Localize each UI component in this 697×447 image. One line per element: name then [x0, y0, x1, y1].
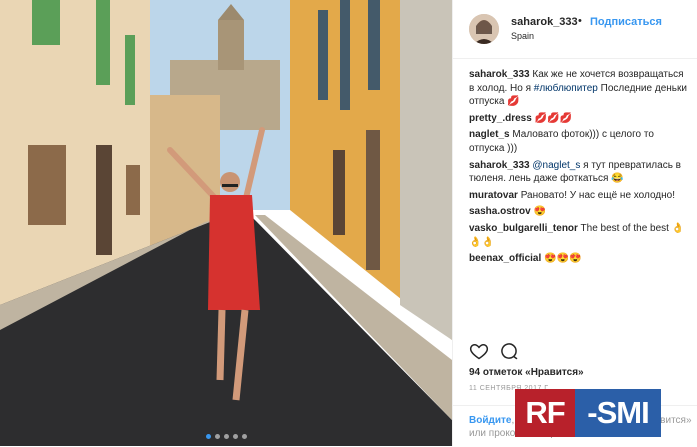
comment-username[interactable]: beenax_official	[469, 253, 541, 264]
avatar[interactable]	[469, 14, 499, 44]
watermark-logo: RF -SMI	[515, 389, 661, 437]
comment-icon[interactable]	[499, 341, 519, 361]
comment-item: naglet_s Маловато фоток))) с целого то о…	[469, 128, 691, 155]
comment-text: 💋💋💋	[534, 112, 572, 124]
comment-username[interactable]: sasha.ostrov	[469, 206, 531, 217]
carousel-indicator	[0, 434, 452, 439]
comment-username[interactable]: saharok_333	[469, 69, 530, 80]
mention-link[interactable]: @naglet_s	[532, 160, 580, 171]
carousel-dot[interactable]	[232, 434, 238, 439]
watermark-right: -SMI	[575, 389, 661, 437]
watermark-left: RF	[515, 389, 575, 437]
instagram-post: saharok_333 • Подписаться Spain saharok_…	[0, 0, 697, 446]
post-photo[interactable]	[0, 0, 452, 446]
comment-username[interactable]: naglet_s	[469, 129, 510, 140]
comment-item: muratovar Рановато! У нас ещё не холодно…	[469, 189, 691, 203]
comment-text: 😍😍😍	[544, 253, 582, 265]
comments-list: saharok_333 Как же не хочется возвращать…	[469, 68, 691, 269]
comment-text: Рановато! У нас ещё не холодно!	[520, 189, 675, 201]
comment-username[interactable]: muratovar	[469, 190, 518, 201]
post-header: saharok_333 • Подписаться Spain	[453, 0, 697, 59]
carousel-dot[interactable]	[205, 434, 211, 439]
avatar-image	[469, 14, 499, 44]
comment-item: saharok_333 @naglet_s я тут превратилась…	[469, 159, 691, 186]
likes-count[interactable]: 94 отметок «Нравится»	[469, 367, 584, 378]
comment-username[interactable]: pretty_.dress	[469, 113, 532, 124]
follow-button[interactable]: Подписаться	[590, 16, 662, 28]
post-sidebar: saharok_333 • Подписаться Spain saharok_…	[452, 0, 697, 446]
comment-username[interactable]: saharok_333	[469, 160, 530, 171]
action-bar	[469, 341, 519, 363]
comment-item: beenax_official 😍😍😍	[469, 252, 691, 266]
login-link[interactable]: Войдите	[469, 415, 511, 426]
hashtag-link[interactable]: #люблюпитер	[534, 83, 598, 94]
location[interactable]: Spain	[511, 31, 534, 41]
comment-item: pretty_.dress 💋💋💋	[469, 112, 691, 126]
door	[28, 145, 66, 225]
comment-username[interactable]: vasko_bulgarelli_tenor	[469, 223, 578, 234]
separator-dot: •	[578, 15, 582, 27]
carousel-dot[interactable]	[214, 434, 220, 439]
username[interactable]: saharok_333	[511, 16, 578, 28]
carousel-dot[interactable]	[241, 434, 247, 439]
carousel-dot[interactable]	[223, 434, 229, 439]
heart-icon[interactable]	[469, 341, 489, 361]
comment-item: sasha.ostrov 😍	[469, 205, 691, 219]
street-photo-illustration	[0, 0, 452, 446]
shutter	[32, 0, 60, 45]
comment-text: 😍	[533, 206, 546, 218]
caption: saharok_333 Как же не хочется возвращать…	[469, 68, 691, 109]
bell-tower	[218, 20, 244, 70]
comment-item: vasko_bulgarelli_tenor The best of the b…	[469, 222, 691, 249]
